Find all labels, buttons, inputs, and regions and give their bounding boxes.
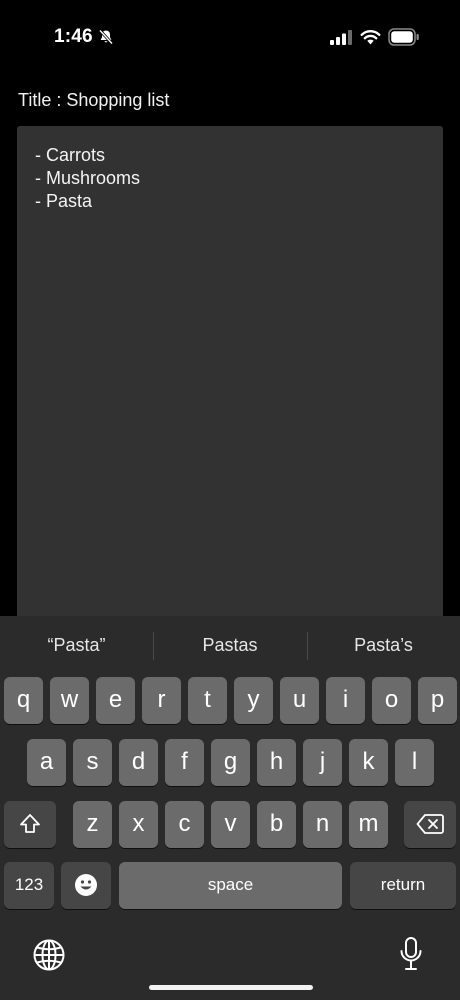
emoji-key[interactable] bbox=[61, 862, 111, 909]
key-x[interactable]: x bbox=[119, 801, 158, 848]
predictive-bar: “Pasta” Pastas Pasta’s bbox=[0, 616, 460, 674]
emoji-icon bbox=[75, 874, 97, 896]
note-content: - Carrots - Mushrooms - Pasta bbox=[35, 144, 140, 213]
key-t[interactable]: t bbox=[188, 677, 227, 724]
note-line: - Mushrooms bbox=[35, 168, 141, 188]
key-f[interactable]: f bbox=[165, 739, 204, 786]
suggestion-1[interactable]: “Pasta” bbox=[0, 616, 153, 674]
note-line: - Pasta bbox=[35, 191, 93, 211]
key-z[interactable]: z bbox=[73, 801, 112, 848]
cellular-signal-icon bbox=[330, 30, 352, 45]
key-o[interactable]: o bbox=[372, 677, 411, 724]
status-time: 1:46 bbox=[54, 26, 93, 47]
key-a[interactable]: a bbox=[27, 739, 66, 786]
title-label: Title : bbox=[18, 90, 67, 110]
key-p[interactable]: p bbox=[418, 677, 457, 724]
note-line: - Carrots bbox=[35, 145, 106, 165]
keyboard: “Pasta” Pastas Pasta’s q w e r t y u i o… bbox=[0, 616, 460, 1000]
key-m[interactable]: m bbox=[349, 801, 388, 848]
note-title: Title : Shopping list bbox=[18, 90, 169, 111]
key-q[interactable]: q bbox=[4, 677, 43, 724]
shift-icon bbox=[20, 814, 40, 833]
key-k[interactable]: k bbox=[349, 739, 388, 786]
key-b[interactable]: b bbox=[257, 801, 296, 848]
key-h[interactable]: h bbox=[257, 739, 296, 786]
shift-key[interactable] bbox=[4, 801, 56, 848]
key-c[interactable]: c bbox=[165, 801, 204, 848]
key-y[interactable]: y bbox=[234, 677, 273, 724]
key-i[interactable]: i bbox=[326, 677, 365, 724]
delete-icon bbox=[416, 814, 444, 834]
space-key[interactable]: space bbox=[119, 862, 342, 909]
delete-key[interactable] bbox=[404, 801, 456, 848]
bell-slash-icon bbox=[98, 29, 114, 45]
globe-icon[interactable] bbox=[32, 938, 66, 972]
status-bar: 1:46 bbox=[0, 0, 460, 76]
home-indicator[interactable] bbox=[149, 985, 313, 990]
key-j[interactable]: j bbox=[303, 739, 342, 786]
key-d[interactable]: d bbox=[119, 739, 158, 786]
suggestion-2[interactable]: Pastas bbox=[153, 616, 307, 674]
wifi-icon bbox=[360, 30, 381, 45]
key-w[interactable]: w bbox=[50, 677, 89, 724]
key-g[interactable]: g bbox=[211, 739, 250, 786]
key-n[interactable]: n bbox=[303, 801, 342, 848]
key-v[interactable]: v bbox=[211, 801, 250, 848]
battery-icon bbox=[388, 28, 419, 46]
suggestion-3[interactable]: Pasta’s bbox=[307, 616, 460, 674]
note-text-area[interactable]: - Carrots - Mushrooms - Pasta bbox=[17, 126, 443, 646]
key-s[interactable]: s bbox=[73, 739, 112, 786]
key-u[interactable]: u bbox=[280, 677, 319, 724]
numbers-key[interactable]: 123 bbox=[4, 862, 54, 909]
key-r[interactable]: r bbox=[142, 677, 181, 724]
key-e[interactable]: e bbox=[96, 677, 135, 724]
return-key[interactable]: return bbox=[350, 862, 456, 909]
microphone-icon[interactable] bbox=[398, 936, 424, 972]
title-value[interactable]: Shopping list bbox=[66, 90, 169, 110]
key-l[interactable]: l bbox=[395, 739, 434, 786]
